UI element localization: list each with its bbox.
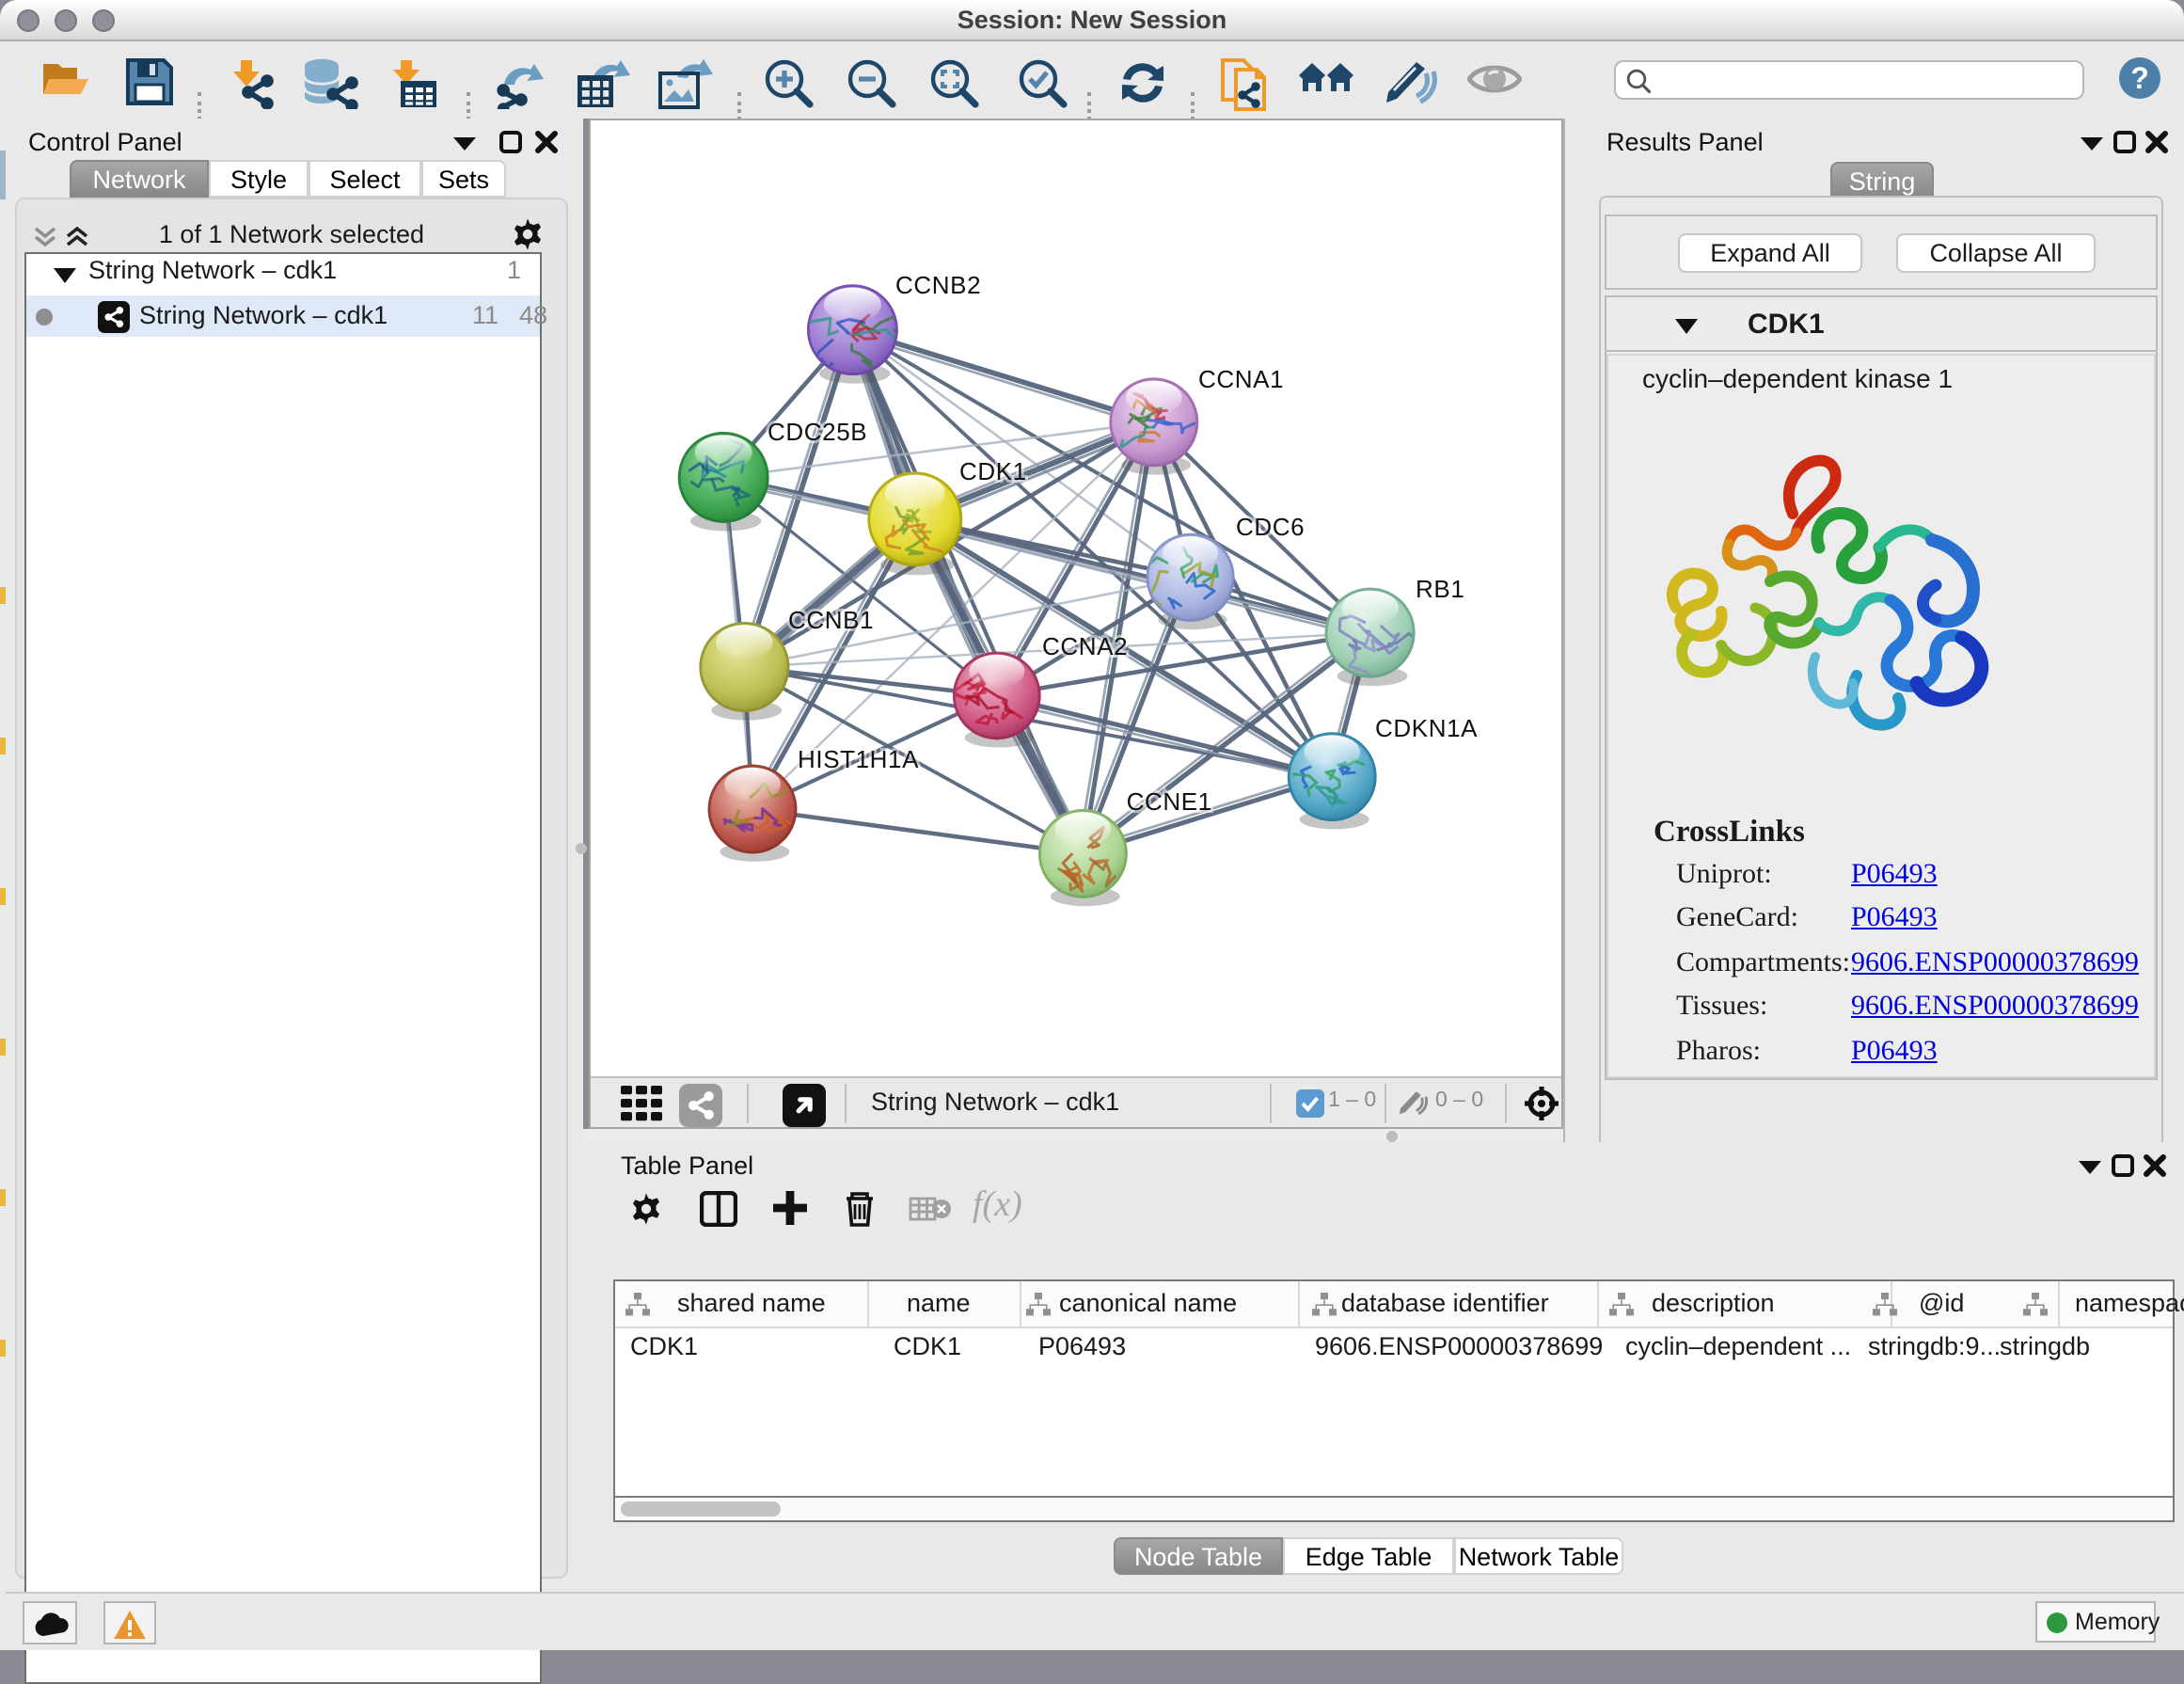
svg-text:CCNA2: CCNA2: [1042, 632, 1128, 660]
svg-text:CDKN1A: CDKN1A: [1375, 714, 1478, 742]
svg-text:CDC6: CDC6: [1236, 513, 1305, 541]
svg-text:CDK1: CDK1: [959, 457, 1027, 485]
svg-text:CDC25B: CDC25B: [768, 418, 867, 446]
svg-text:CCNE1: CCNE1: [1127, 787, 1212, 816]
svg-text:CCNB1: CCNB1: [788, 606, 874, 634]
svg-text:HIST1H1A: HIST1H1A: [798, 745, 919, 773]
svg-text:CCNB2: CCNB2: [895, 271, 981, 299]
svg-text:?: ?: [2130, 61, 2149, 95]
svg-text:CCNA1: CCNA1: [1198, 365, 1284, 393]
svg-text:RB1: RB1: [1416, 575, 1464, 603]
